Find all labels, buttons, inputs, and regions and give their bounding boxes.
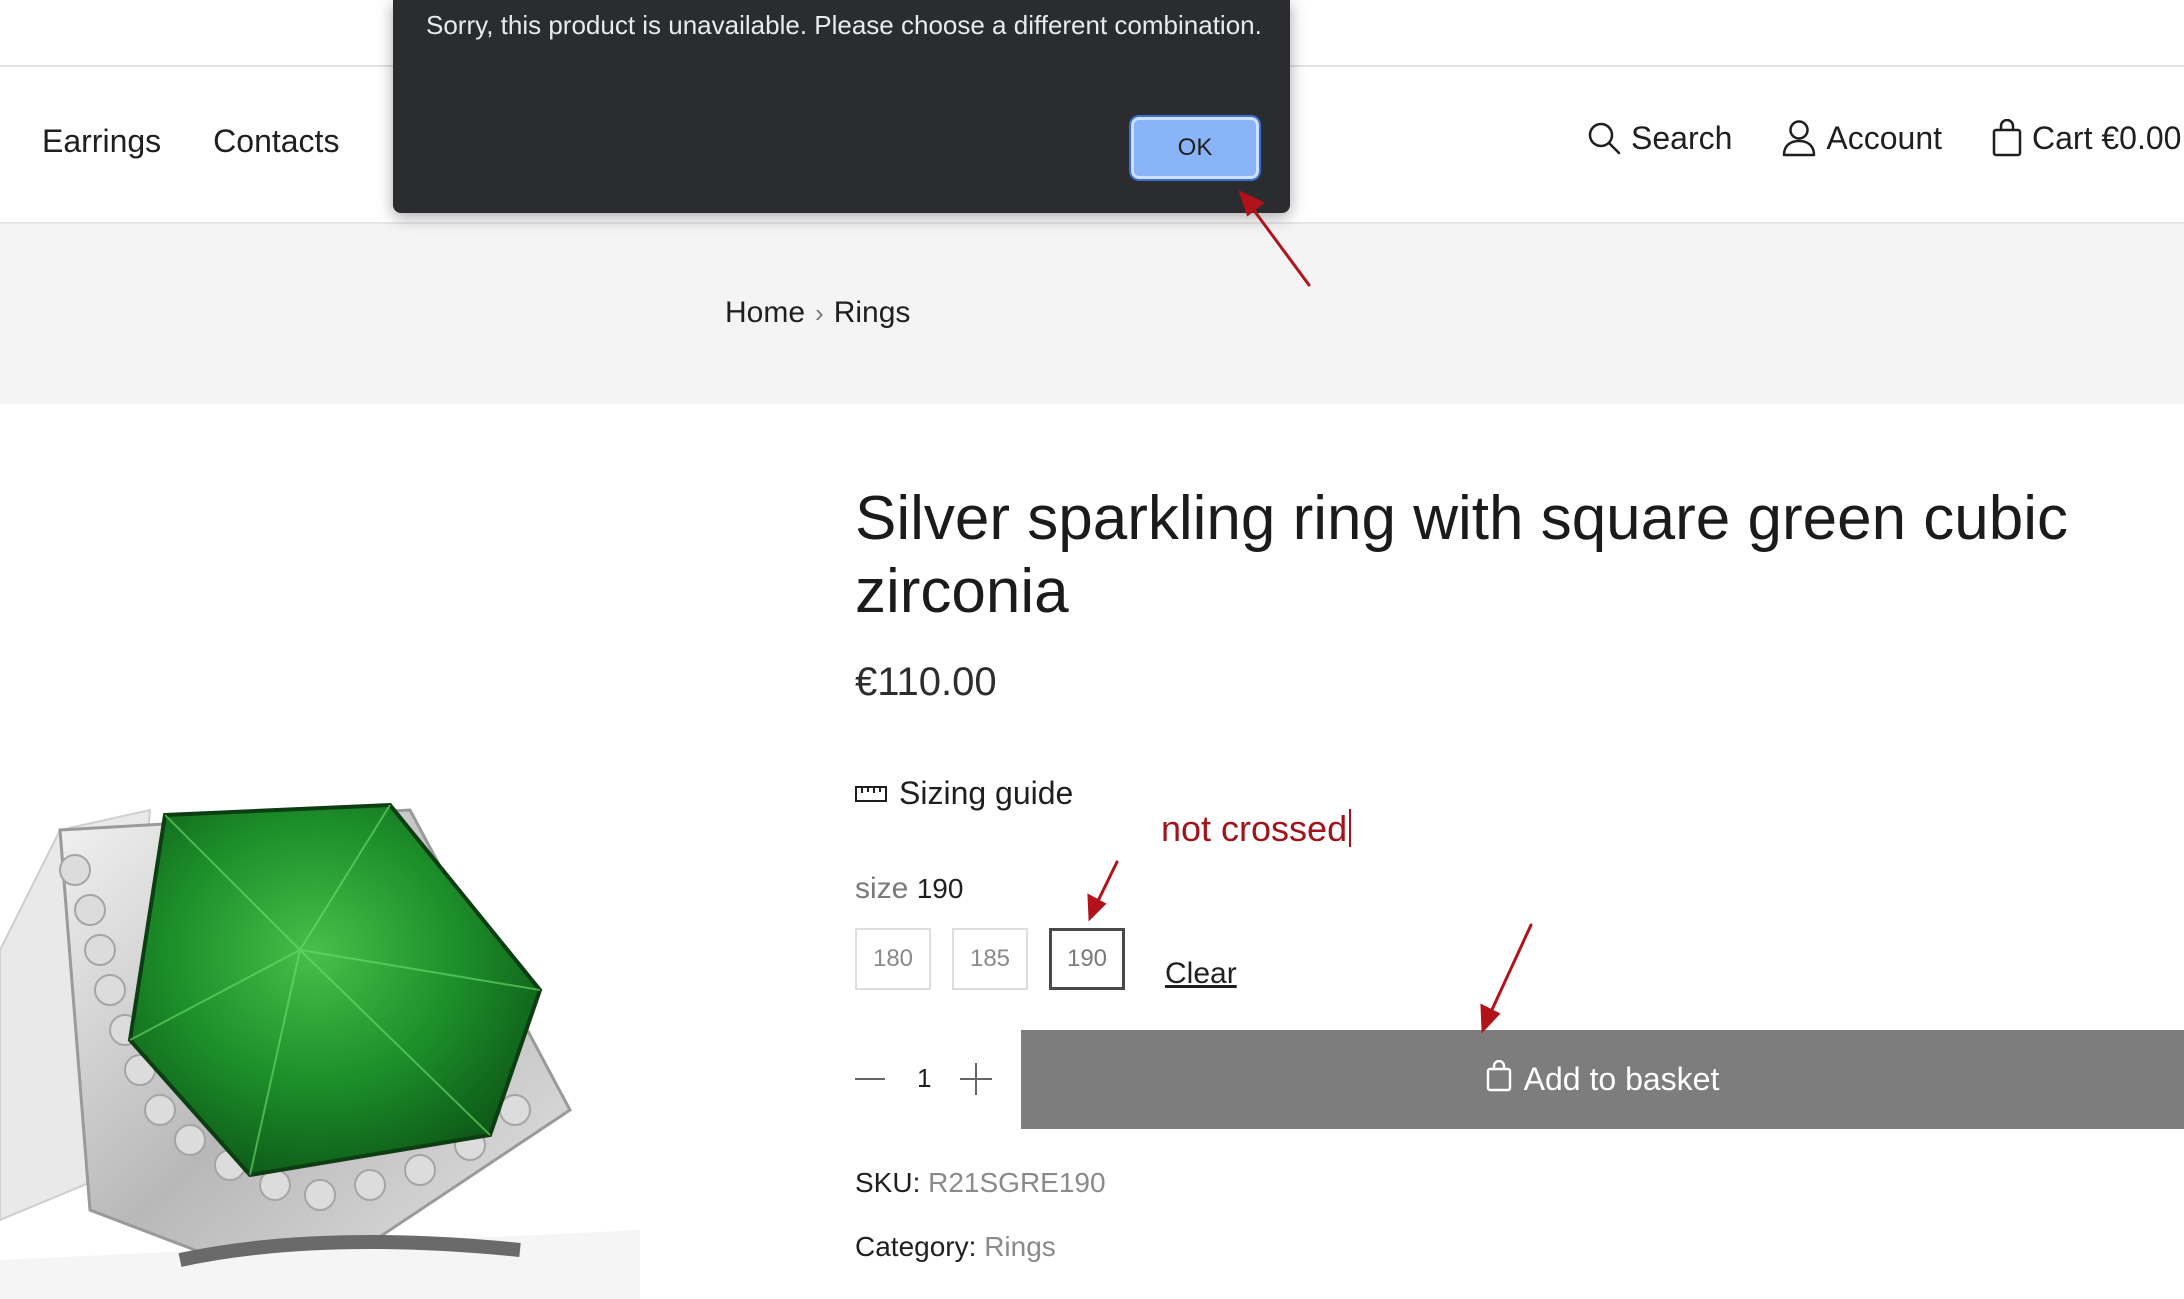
quantity-plus-button[interactable] [960,1063,992,1095]
alert-message: Sorry, this product is unavailable. Plea… [426,10,1262,40]
quantity-value[interactable]: 1 [917,1063,931,1094]
size-label: size 190 [855,872,963,906]
breadcrumb-rings[interactable]: Rings [834,296,911,330]
account-label: Account [1826,119,1943,156]
cart-label: Cart €0.00 [2032,119,2182,156]
arrow-head-basket [1480,1003,1501,1034]
annotation-text: not crossed [1161,808,1352,850]
text-caret [1349,809,1352,847]
arrow-to-size-190 [1094,860,1119,907]
sku-row: SKU: R21SGRE190 [855,1167,1106,1199]
size-option-185[interactable]: 185 [952,928,1028,990]
nav-item-earrings[interactable]: Earrings [42,123,161,160]
ok-button[interactable]: OK [1131,117,1259,179]
search-button[interactable]: Search [1587,120,1732,157]
add-to-basket-label: Add to basket [1523,1061,1720,1097]
breadcrumb-home[interactable]: Home [725,296,805,330]
search-icon [1587,121,1621,155]
breadcrumb-band: Home › Rings [0,224,2184,404]
size-option-180[interactable]: 180 [855,928,931,990]
header-actions: Search Account Cart €0.00 [1587,119,2184,157]
breadcrumb: Home › Rings [725,296,910,330]
sizing-guide-label: Sizing guide [899,775,1074,811]
sku-value: R21SGRE190 [928,1167,1106,1198]
product-price: €110.00 [855,660,997,704]
ruler-icon [855,775,887,812]
sizing-guide-link[interactable]: Sizing guide [855,775,1073,812]
arrow-to-add-to-basket [1488,923,1533,1016]
clear-selection-link[interactable]: Clear [1165,957,1237,991]
arrow-head-size [1087,893,1107,922]
alert-dialog: Sorry, this product is unavailable. Plea… [393,0,1290,213]
sku-label: SKU: [855,1167,921,1198]
shopping-bag-icon [1992,119,2022,157]
category-row: Category: Rings [855,1231,1056,1263]
chevron-right-icon: › [815,297,824,328]
nav-item-contacts[interactable]: Contacts [213,123,339,160]
size-label-text: size [855,872,909,905]
add-to-basket-button[interactable]: Add to basket [1021,1030,2184,1129]
product-image[interactable] [0,790,640,1299]
product-title: Silver sparkling ring with square green … [855,484,2069,626]
cart-button[interactable]: Cart €0.00 [1992,119,2181,157]
selected-size-value: 190 [916,873,964,904]
user-icon [1782,119,1816,157]
size-option-190[interactable]: 190 [1049,928,1125,990]
account-button[interactable]: Account [1782,119,1942,157]
main-nav: Earrings Contacts [42,123,339,160]
annotation-label: not crossed [1161,808,1348,849]
quantity-stepper: 1 [855,1055,995,1105]
search-label: Search [1631,119,1733,156]
category-link[interactable]: Rings [984,1231,1056,1262]
category-label: Category: [855,1231,977,1262]
shopping-bag-icon [1486,1059,1512,1100]
quantity-minus-button[interactable] [855,1078,885,1080]
